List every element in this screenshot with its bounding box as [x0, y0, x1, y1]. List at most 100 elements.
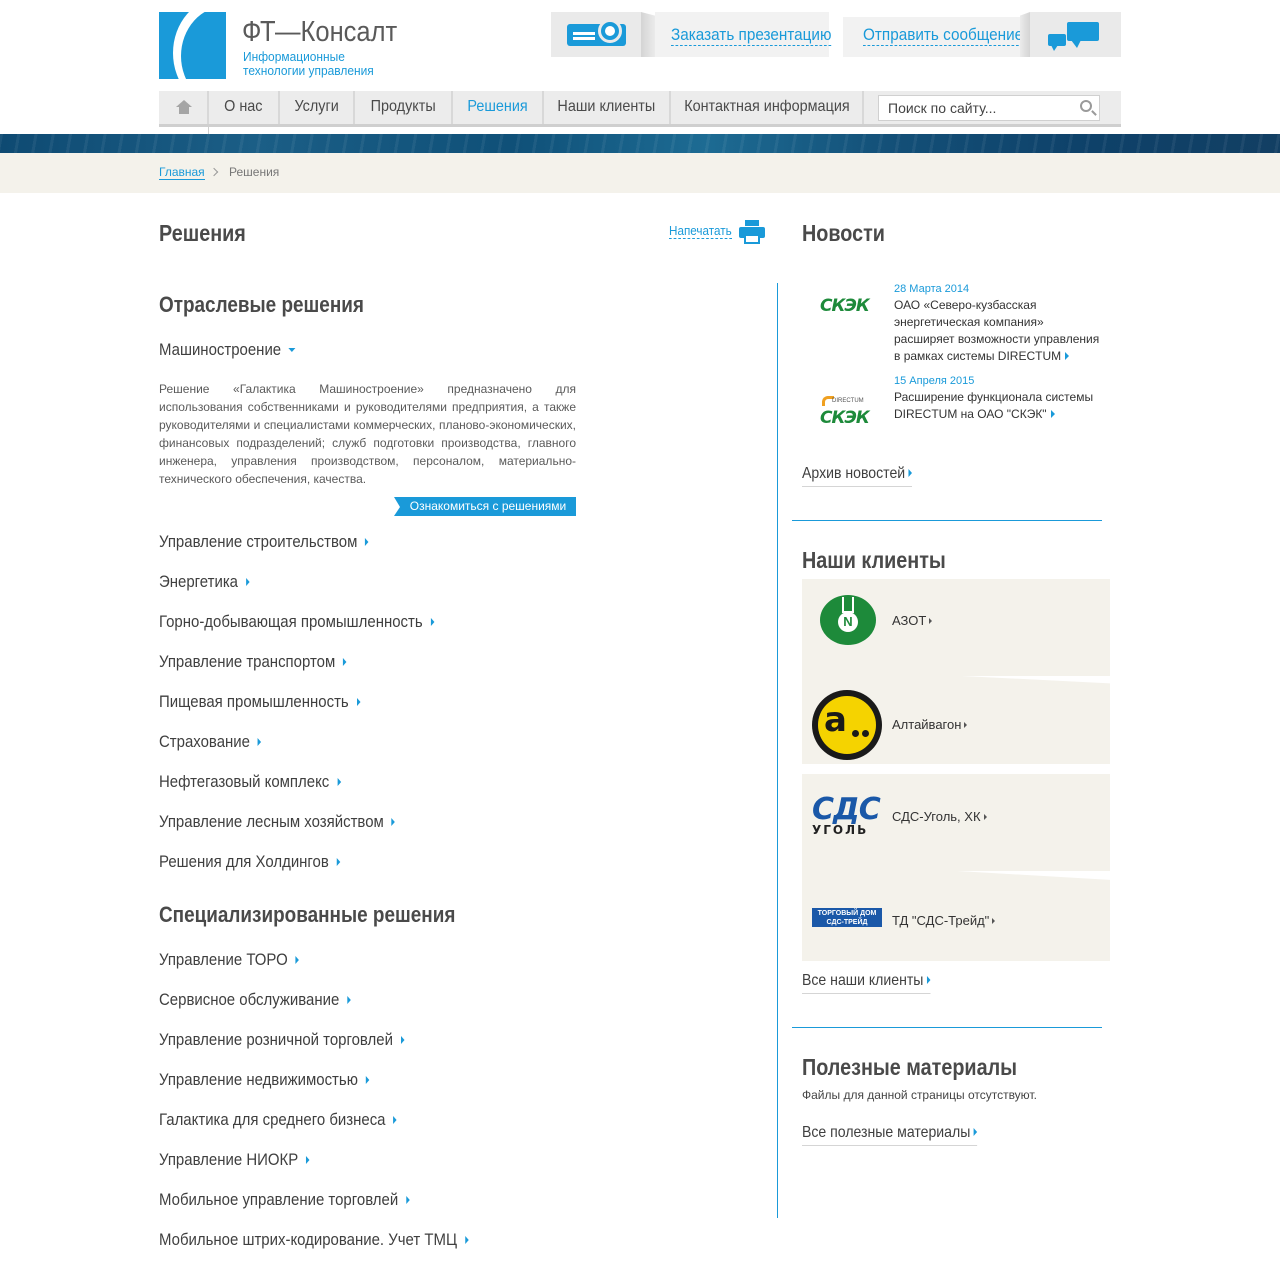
home-icon[interactable] [176, 100, 192, 114]
category-link[interactable]: Управление НИОКР [159, 1150, 310, 1170]
all-clients-link[interactable]: Все наши клиенты [802, 972, 931, 994]
client-name[interactable]: СДС-Уголь, ХК [892, 809, 987, 824]
materials-empty-text: Файлы для данной страницы отсутствуют. [802, 1088, 1037, 1102]
news-date: 28 Марта 2014 [894, 283, 970, 295]
category-link[interactable]: Энергетика [159, 572, 250, 592]
category-link[interactable]: Управление недвижимостью [159, 1070, 370, 1090]
order-presentation-label[interactable]: Заказать презентацию [671, 25, 832, 46]
view-solutions-button[interactable]: Ознакомиться с решениями [394, 497, 576, 516]
specialized-solutions-heading: Специализированные решения [159, 902, 456, 927]
caret-right-icon [400, 1035, 405, 1044]
breadcrumb-home[interactable]: Главная [159, 165, 205, 180]
nav-item-services[interactable]: Услуги [280, 91, 355, 124]
caret-right-icon [365, 537, 369, 546]
caret-right-icon [257, 737, 262, 746]
category-link[interactable]: Нефтегазовый комплекс [159, 772, 341, 792]
projector-icon[interactable] [551, 12, 641, 57]
caret-right-icon [973, 1127, 978, 1136]
news-title[interactable]: Расширение функционала системы DIRECTUM … [894, 390, 1093, 421]
category-description: Решение «Галактика Машиностроение» предн… [159, 382, 576, 486]
print-link[interactable]: Напечатать [669, 223, 732, 239]
sds-coal-logo: СДС УГОЛЬ [812, 792, 881, 837]
caret-right-icon [430, 617, 435, 626]
caret-right-icon [343, 657, 347, 666]
news-logo-text: СКЭК [820, 296, 870, 316]
chat-bubbles-icon[interactable] [1030, 12, 1121, 57]
send-message-label[interactable]: Отправить сообщение [863, 25, 1024, 46]
caret-right-icon [391, 817, 396, 826]
order-presentation-button[interactable]: Заказать презентацию [655, 12, 832, 57]
page-title: Решения [159, 220, 246, 246]
azot-logo: N [820, 595, 876, 645]
category-link[interactable]: Сервисное обслуживание [159, 990, 351, 1010]
news-date: 15 Апреля 2015 [894, 375, 975, 387]
category-link[interactable]: Мобильное штрих-кодирование. Учет ТМЦ [159, 1230, 469, 1250]
caret-right-icon [245, 577, 250, 586]
nav-item-products[interactable]: Продукты [355, 91, 453, 124]
search-box [878, 95, 1100, 121]
category-link[interactable]: Управление лесным хозяйством [159, 812, 396, 832]
nav-item-solutions[interactable]: Решения [453, 91, 544, 124]
nav-item-clients[interactable]: Наши клиенты [544, 91, 671, 124]
printer-icon[interactable] [739, 220, 765, 244]
search-icon[interactable] [1080, 100, 1092, 112]
category-link[interactable]: Управление розничной торговлей [159, 1030, 405, 1050]
caret-right-icon [406, 1195, 410, 1204]
category-link[interactable]: Управление строительством [159, 532, 369, 552]
client-card[interactable]: СДС УГОЛЬ СДС-Уголь, ХК [802, 774, 1110, 871]
logo-subtitle-line1: Информационные [243, 49, 345, 64]
nav-item-about[interactable]: О нас [209, 91, 280, 124]
caret-right-icon [347, 995, 351, 1004]
caret-right-icon [295, 955, 300, 964]
news-item[interactable]: ОАО «Северо-кузбасская энергетическая ко… [894, 297, 1106, 365]
category-link[interactable]: Мобильное управление торговлей [159, 1190, 410, 1210]
category-link[interactable]: Горно-добывающая промышленность [159, 612, 435, 632]
client-name[interactable]: ТД "СДС-Трейд" [892, 913, 996, 928]
category-link[interactable]: Галактика для среднего бизнеса [159, 1110, 397, 1130]
news-archive-link[interactable]: Архив новостей [802, 465, 913, 487]
section-divider [792, 520, 1102, 521]
caret-down-icon [288, 347, 296, 352]
main-nav: О нас Услуги Продукты Решения Наши клиен… [159, 91, 1121, 127]
fold-decoration [641, 12, 655, 57]
caret-right-icon [1050, 409, 1055, 418]
send-message-button[interactable]: Отправить сообщение [843, 17, 1024, 57]
category-link[interactable]: Управление транспортом [159, 652, 347, 672]
news-logo-caption: DIRECTUM [832, 398, 864, 404]
section-divider [792, 1027, 1102, 1028]
caret-right-icon [992, 917, 996, 924]
breadcrumb: Главная Решения [0, 153, 1280, 193]
news-logo[interactable]: DIRECTUM СКЭК [812, 392, 870, 438]
nav-item-contacts[interactable]: Контактная информация [671, 91, 864, 124]
category-mechanical-engineering[interactable]: Машиностроение [159, 340, 296, 360]
chevron-right-icon [209, 167, 219, 177]
header-banner [0, 134, 1280, 153]
caret-right-icon [926, 975, 931, 984]
nav-home[interactable] [159, 91, 209, 124]
category-label[interactable]: Машиностроение [159, 340, 281, 359]
sds-trade-logo: ТОРГОВЫЙ ДОМ СДС-ТРЕЙД [812, 908, 882, 927]
breadcrumb-current: Решения [229, 165, 280, 179]
news-logo-text: СКЭК [820, 408, 870, 428]
category-link[interactable]: Пищевая промышленность [159, 692, 361, 712]
all-materials-link[interactable]: Все полезные материалы [802, 1124, 978, 1146]
logo-mark[interactable] [159, 12, 226, 79]
news-item[interactable]: Расширение функционала системы DIRECTUM … [894, 389, 1106, 423]
client-card[interactable]: а Алтайвагон [802, 668, 1110, 764]
news-heading: Новости [802, 220, 885, 246]
client-name[interactable]: Алтайвагон [892, 717, 968, 732]
caret-right-icon [464, 1235, 469, 1244]
fold-decoration [1020, 12, 1030, 57]
category-link[interactable]: Страхование [159, 732, 262, 752]
news-logo[interactable]: СКЭК [812, 290, 870, 330]
caret-right-icon [356, 697, 361, 706]
client-card[interactable]: N АЗОТ [802, 579, 1110, 676]
client-card[interactable]: ТОРГОВЫЙ ДОМ СДС-ТРЕЙД ТД "СДС-Трейд" [802, 862, 1110, 961]
caret-right-icon [337, 777, 341, 786]
category-link[interactable]: Решения для Холдингов [159, 852, 341, 872]
category-link[interactable]: Управление ТОРО [159, 950, 300, 970]
search-input[interactable] [879, 96, 1069, 120]
caret-right-icon [336, 857, 341, 866]
client-name[interactable]: АЗОТ [892, 613, 933, 628]
logo-title[interactable]: ФТ—Консалт [242, 16, 397, 49]
